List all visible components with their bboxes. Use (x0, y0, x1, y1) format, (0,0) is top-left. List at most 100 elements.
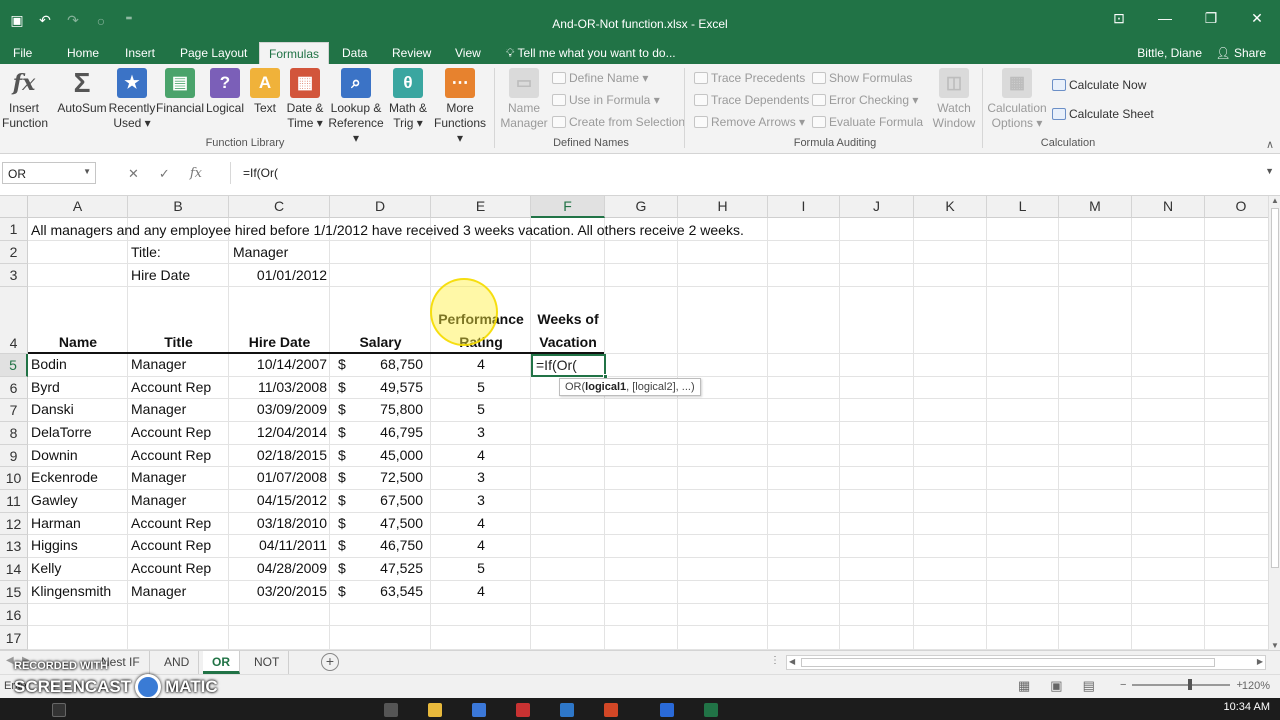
employee-title-cell[interactable]: Manager (131, 398, 186, 420)
worksheet-grid[interactable]: ABCDEFGHIJKLMNO 1 2 3 4 5 6 7 8 9 10 11 12 13 14 15 16 1… (0, 196, 1268, 650)
row-header-3[interactable]: 3 (0, 264, 28, 287)
employee-rating-cell[interactable]: 5 (431, 376, 531, 398)
define-name-button[interactable]: Define Name ▾ (552, 71, 648, 85)
employee-salary-cell[interactable]: 72,500 (350, 466, 423, 488)
header-salary[interactable]: Salary (330, 331, 431, 353)
employee-hire-date-cell[interactable]: 04/11/2011 (230, 534, 327, 556)
page-break-view-icon[interactable]: ▤ (1083, 678, 1095, 694)
employee-title-cell[interactable]: Manager (131, 466, 186, 488)
column-header-d[interactable]: D (330, 196, 431, 218)
sheet-tab-not[interactable]: NOT (245, 651, 290, 674)
tab-insert[interactable]: Insert (125, 46, 155, 60)
close-icon[interactable]: ✕ (1234, 10, 1280, 27)
name-box[interactable]: OR ▼ (2, 162, 96, 184)
math-trig-button[interactable]: θ Math & Trig ▾ (386, 68, 430, 131)
confirm-entry-icon[interactable]: ✓ (159, 166, 170, 182)
salary-currency-cell[interactable]: $ (338, 466, 346, 488)
employee-rating-cell[interactable]: 4 (431, 444, 531, 466)
user-name[interactable]: Bittle, Diane (1137, 46, 1202, 60)
vertical-scrollbar[interactable]: ▲ ▼ (1268, 196, 1280, 650)
employee-rating-cell[interactable]: 5 (431, 557, 531, 579)
select-all-corner[interactable] (0, 196, 28, 218)
show-formulas-button[interactable]: Show Formulas (812, 71, 912, 85)
autosum-button[interactable]: Σ AutoSum (56, 68, 108, 116)
employee-rating-cell[interactable]: 3 (431, 421, 531, 443)
file-explorer-icon[interactable] (428, 703, 442, 717)
tell-me-search[interactable]: 💡︎ Tell me what you want to do... (506, 46, 676, 61)
row-header-16[interactable]: 16 (0, 604, 28, 626)
horizontal-scrollbar[interactable]: ◀ ▶ (786, 655, 1266, 670)
restore-icon[interactable]: ❐ (1188, 10, 1234, 27)
trace-precedents-button[interactable]: Trace Precedents (694, 71, 805, 85)
row-header-14[interactable]: 14 (0, 558, 28, 581)
employee-hire-date-cell[interactable]: 03/20/2015 (230, 580, 327, 602)
column-header-n[interactable]: N (1132, 196, 1205, 218)
excel-icon[interactable] (704, 703, 718, 717)
employee-title-cell[interactable]: Account Rep (131, 557, 211, 579)
outlook-icon[interactable] (516, 703, 530, 717)
employee-hire-date-cell[interactable]: 03/09/2009 (230, 398, 327, 420)
edge-icon[interactable] (560, 703, 574, 717)
row-header-11[interactable]: 11 (0, 490, 28, 513)
trace-dependents-button[interactable]: Trace Dependents (694, 93, 809, 107)
create-from-selection-button[interactable]: Create from Selection (552, 115, 685, 129)
employee-title-cell[interactable]: Account Rep (131, 512, 211, 534)
column-header-m[interactable]: M (1059, 196, 1132, 218)
evaluate-formula-button[interactable]: Evaluate Formula (812, 115, 923, 129)
normal-view-icon[interactable]: ▦ (1018, 678, 1030, 694)
employee-name-cell[interactable]: Bodin (31, 353, 67, 375)
salary-currency-cell[interactable]: $ (338, 444, 346, 466)
ribbon-display-options-icon[interactable]: ⊡ (1096, 10, 1142, 27)
row-header-15[interactable]: 15 (0, 581, 28, 604)
minimize-icon[interactable]: — (1142, 10, 1188, 27)
use-in-formula-button[interactable]: Use in Formula ▾ (552, 93, 660, 107)
employee-rating-cell[interactable]: 4 (431, 353, 531, 375)
recently-used-button[interactable]: ★ Recently Used ▾ (108, 68, 156, 131)
scroll-right-icon[interactable]: ▶ (1257, 657, 1263, 666)
employee-hire-date-cell[interactable]: 11/03/2008 (230, 376, 327, 398)
column-header-h[interactable]: H (678, 196, 768, 218)
employee-rating-cell[interactable]: 3 (431, 466, 531, 488)
employee-hire-date-cell[interactable]: 04/28/2009 (230, 557, 327, 579)
column-header-c[interactable]: C (229, 196, 330, 218)
collapse-ribbon-icon[interactable]: ∧ (1266, 138, 1274, 151)
employee-name-cell[interactable]: Higgins (31, 534, 78, 556)
tab-home[interactable]: Home (67, 46, 99, 60)
zoom-slider[interactable]: − + (1120, 679, 1243, 691)
formula-input[interactable]: =If(Or( (230, 162, 1278, 184)
browser-icon[interactable] (660, 703, 674, 717)
task-view-icon[interactable] (384, 703, 398, 717)
employee-salary-cell[interactable]: 45,000 (350, 444, 423, 466)
employee-title-cell[interactable]: Manager (131, 353, 186, 375)
column-header-l[interactable]: L (987, 196, 1059, 218)
powerpoint-icon[interactable] (604, 703, 618, 717)
column-header-a[interactable]: A (28, 196, 128, 218)
hire-label-cell[interactable]: Hire Date (131, 264, 190, 286)
employee-title-cell[interactable]: Account Rep (131, 376, 211, 398)
tab-data[interactable]: Data (342, 46, 367, 60)
tab-page-layout[interactable]: Page Layout (180, 46, 247, 60)
employee-salary-cell[interactable]: 47,525 (350, 557, 423, 579)
salary-currency-cell[interactable]: $ (338, 489, 346, 511)
row-header-2[interactable]: 2 (0, 241, 28, 264)
remove-arrows-button[interactable]: Remove Arrows ▾ (694, 115, 805, 129)
column-header-o[interactable]: O (1205, 196, 1268, 218)
salary-currency-cell[interactable]: $ (338, 421, 346, 443)
mail-icon[interactable] (472, 703, 486, 717)
employee-hire-date-cell[interactable]: 10/14/2007 (230, 353, 327, 375)
date-time-button[interactable]: ▦ Date & Time ▾ (284, 68, 326, 131)
employee-name-cell[interactable]: Downin (31, 444, 78, 466)
header-vacation[interactable]: Vacation (531, 331, 605, 353)
employee-salary-cell[interactable]: 47,500 (350, 512, 423, 534)
header-name[interactable]: Name (28, 331, 128, 353)
employee-title-cell[interactable]: Account Rep (131, 421, 211, 443)
row-header-12[interactable]: 12 (0, 513, 28, 535)
row-header-17[interactable]: 17 (0, 626, 28, 650)
row-header-10[interactable]: 10 (0, 467, 28, 490)
column-header-g[interactable]: G (605, 196, 678, 218)
employee-salary-cell[interactable]: 46,795 (350, 421, 423, 443)
employee-hire-date-cell[interactable]: 01/07/2008 (230, 466, 327, 488)
header-weeks-of[interactable]: Weeks of (531, 308, 605, 330)
zoom-level[interactable]: 120% (1242, 680, 1270, 692)
more-functions-button[interactable]: ⋯ More Functions ▾ (430, 68, 490, 146)
